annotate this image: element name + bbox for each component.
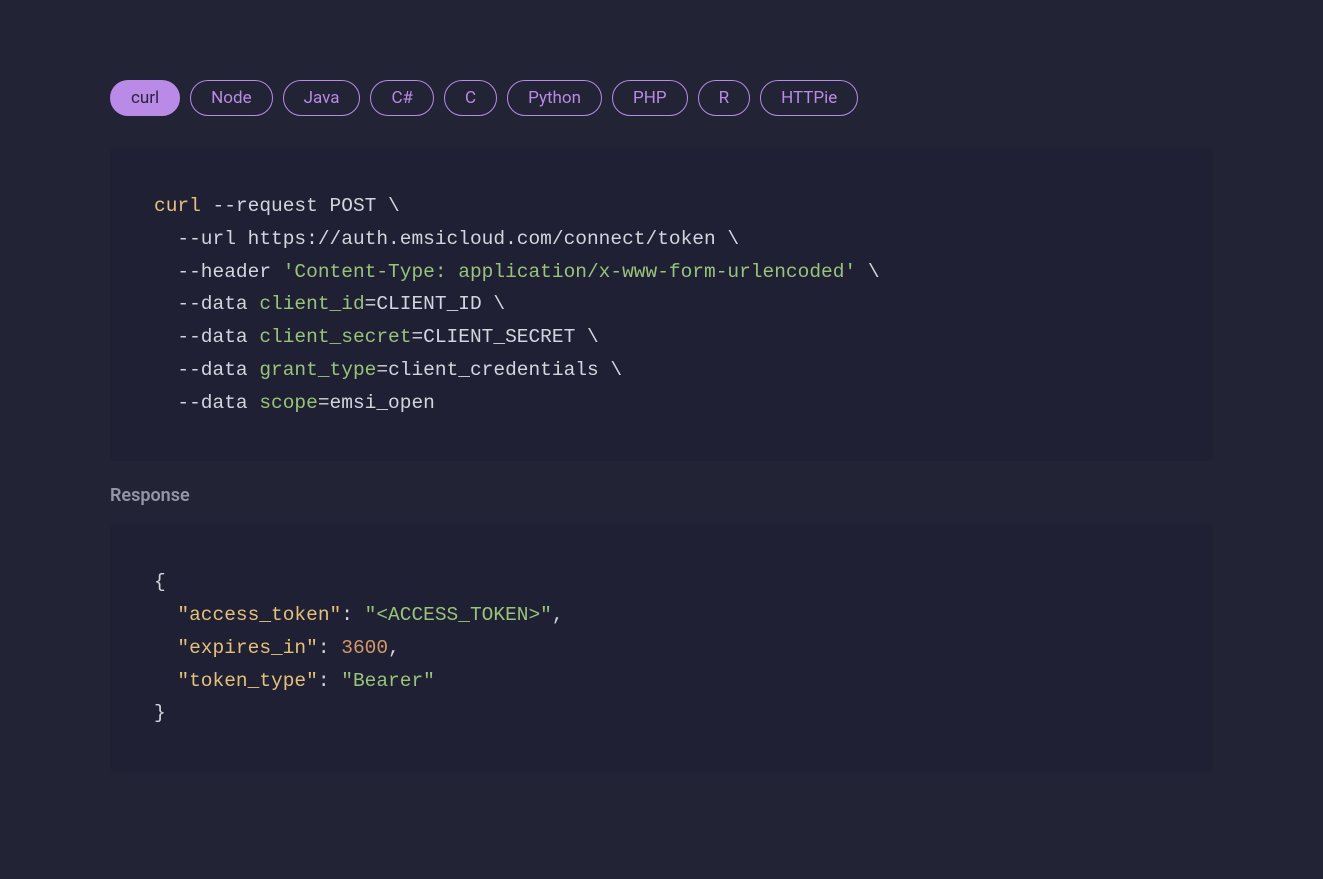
tab-r[interactable]: R bbox=[698, 80, 750, 116]
code-token: client_id bbox=[248, 293, 365, 315]
tab-csharp[interactable]: C# bbox=[370, 80, 434, 116]
code-token: = bbox=[376, 359, 388, 381]
code-token: : bbox=[341, 604, 364, 626]
code-token: { bbox=[154, 571, 166, 593]
code-token: 'Content-Type: application/x-www-form-ur… bbox=[271, 261, 856, 283]
code-token: --data bbox=[154, 293, 248, 315]
code-token: "expires_in" bbox=[177, 637, 317, 659]
code-token: \ bbox=[482, 293, 505, 315]
code-token: "<ACCESS_TOKEN>" bbox=[365, 604, 552, 626]
tab-java[interactable]: Java bbox=[283, 80, 361, 116]
language-tabs: curl Node JavaC# C Python PHP R HTTPie bbox=[110, 80, 1213, 116]
code-token: CLIENT_SECRET bbox=[423, 326, 575, 348]
code-token: } bbox=[154, 702, 166, 724]
code-token: client_secret bbox=[248, 326, 412, 348]
tab-node[interactable]: Node bbox=[190, 80, 272, 116]
tab-c[interactable]: C bbox=[444, 80, 497, 116]
code-token: = bbox=[411, 326, 423, 348]
code-token: grant_type bbox=[248, 359, 377, 381]
code-token: \ bbox=[856, 261, 879, 283]
code-token: POST \ bbox=[318, 195, 400, 217]
code-token: emsi_open bbox=[330, 392, 435, 414]
code-token: \ bbox=[599, 359, 622, 381]
code-token: curl bbox=[154, 195, 201, 217]
code-token: https://auth.emsicloud.com/connect/token… bbox=[236, 228, 739, 250]
code-token: , bbox=[388, 637, 400, 659]
request-code-block: curl --request POST \ --url https://auth… bbox=[110, 148, 1213, 461]
code-token: = bbox=[365, 293, 377, 315]
code-token: "Bearer" bbox=[341, 670, 435, 692]
code-token: : bbox=[318, 670, 341, 692]
tab-python[interactable]: Python bbox=[507, 80, 602, 116]
code-token: \ bbox=[575, 326, 598, 348]
code-token: client_credentials bbox=[388, 359, 599, 381]
tab-httpie[interactable]: HTTPie bbox=[760, 80, 858, 116]
code-token: --data bbox=[154, 359, 248, 381]
code-token: --url bbox=[154, 228, 236, 250]
code-token: : bbox=[318, 637, 341, 659]
response-code-block: { "access_token": "<ACCESS_TOKEN>", "exp… bbox=[110, 524, 1213, 772]
code-token: --data bbox=[154, 392, 248, 414]
code-token: = bbox=[318, 392, 330, 414]
tab-curl[interactable]: curl bbox=[110, 80, 180, 116]
code-token: "token_type" bbox=[177, 670, 317, 692]
code-token: --header bbox=[154, 261, 271, 283]
code-token: CLIENT_ID bbox=[376, 293, 481, 315]
code-token: "access_token" bbox=[177, 604, 341, 626]
code-token: , bbox=[552, 604, 564, 626]
code-token: --request bbox=[201, 195, 318, 217]
tab-php[interactable]: PHP bbox=[612, 80, 688, 116]
code-token: 3600 bbox=[341, 637, 388, 659]
code-token: scope bbox=[248, 392, 318, 414]
response-label: Response bbox=[110, 485, 1213, 506]
code-token: --data bbox=[154, 326, 248, 348]
